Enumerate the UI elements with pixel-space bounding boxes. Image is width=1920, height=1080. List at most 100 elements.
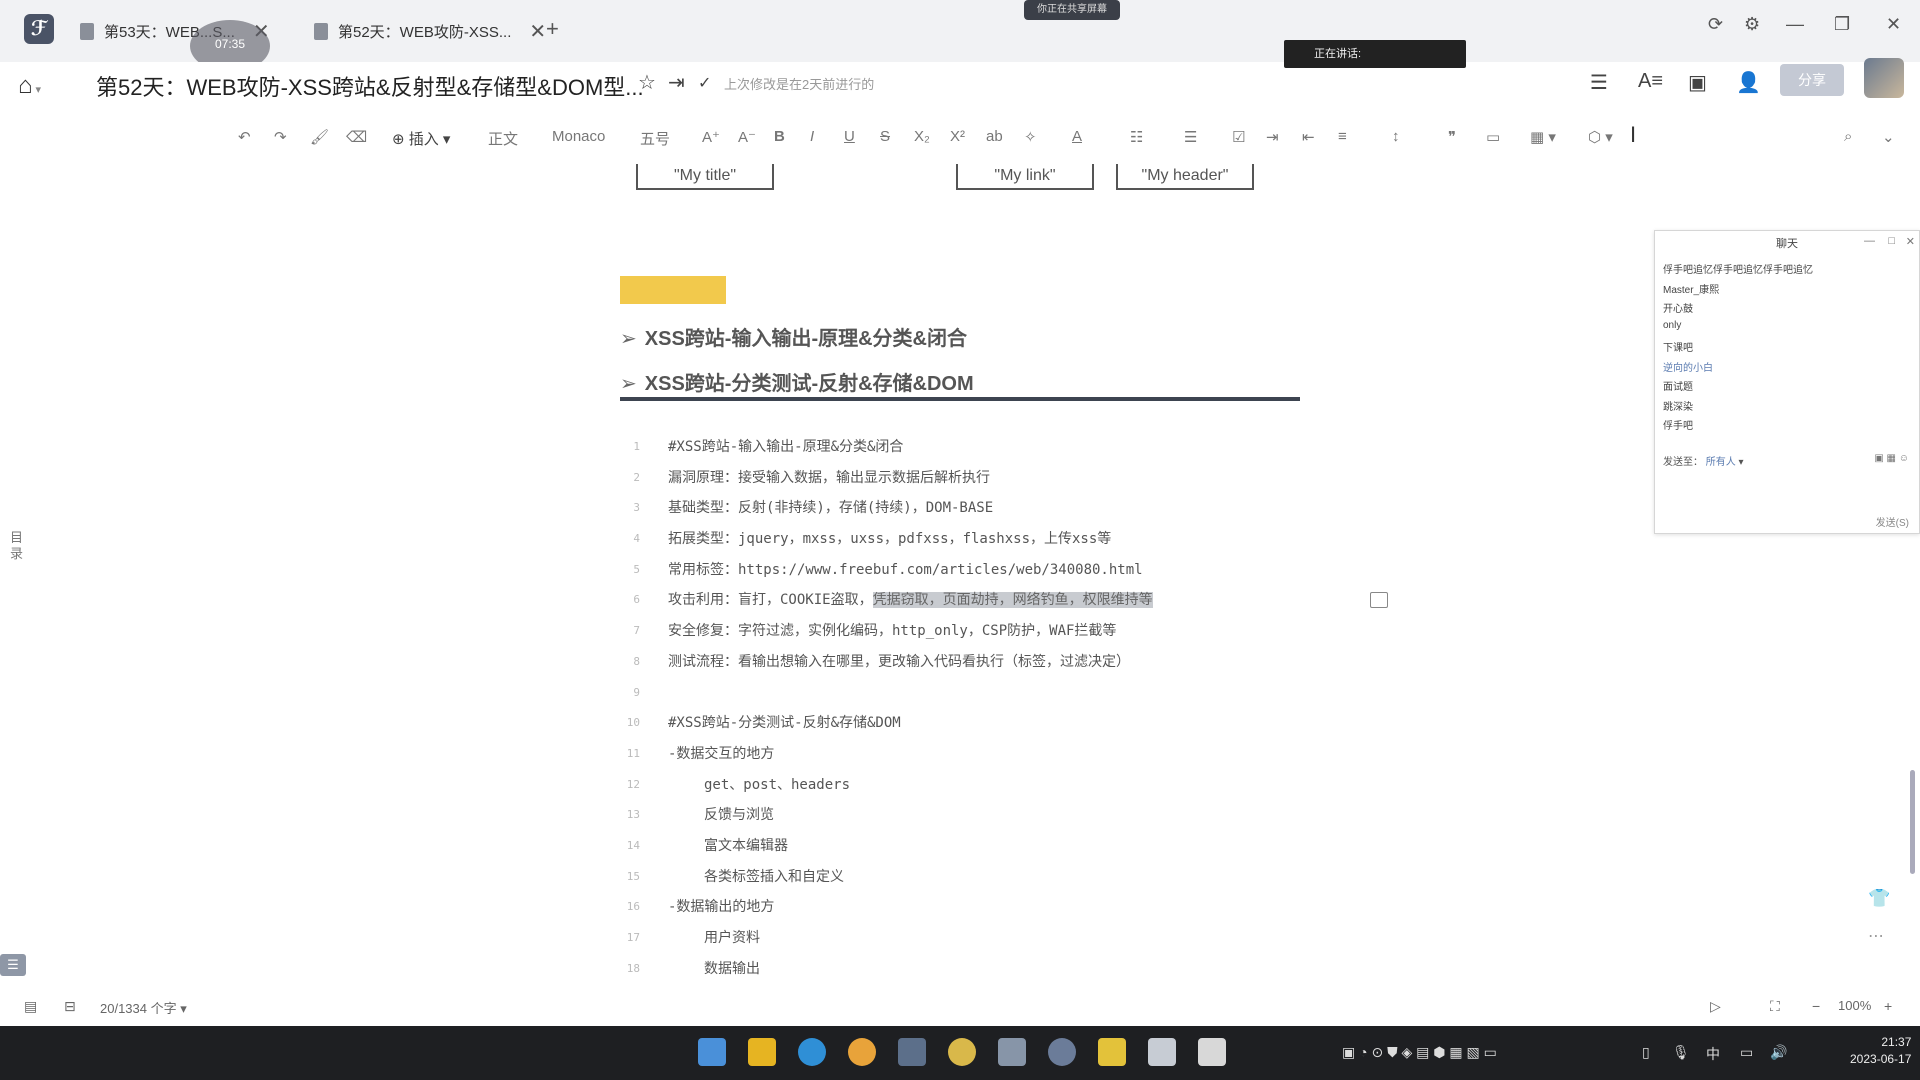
volume-icon[interactable]: 🔊	[1770, 1044, 1787, 1061]
code-line[interactable]: 6 攻击利用：盲打，COOKIE盗取，凭据窃取，页面劫持，网络钓鱼，权限维持等	[620, 585, 1320, 616]
chevron-down-icon[interactable]: ⌄	[1882, 128, 1895, 146]
photos-icon[interactable]	[998, 1038, 1026, 1066]
share-button[interactable]: 分享	[1780, 64, 1844, 96]
java-icon[interactable]	[1148, 1038, 1176, 1066]
code-line[interactable]: 1 #XSS跨站-输入输出-原理&分类&闭合	[620, 432, 1320, 463]
code-line[interactable]: 14 富文本编辑器	[620, 831, 1320, 862]
close-tab-icon[interactable]: ✕	[529, 19, 546, 44]
refresh-icon[interactable]: ⟳	[1708, 14, 1723, 35]
start-icon[interactable]	[698, 1038, 726, 1066]
more-icon[interactable]: ⋯	[1868, 926, 1884, 946]
meeting-icon[interactable]	[948, 1038, 976, 1066]
code-line[interactable]: 12 get、post、headers	[620, 770, 1320, 801]
code-line[interactable]: 7 安全修复：字符过滤，实例化编码，http_only，CSP防护，WAF拦截等	[620, 616, 1320, 647]
strikethrough-icon[interactable]: S	[880, 128, 890, 145]
increase-font-icon[interactable]: A⁺	[702, 128, 720, 146]
present-icon[interactable]: ▣	[1688, 70, 1707, 95]
app-logo-icon[interactable]: ℱ	[24, 14, 54, 44]
doc-app-icon[interactable]	[898, 1038, 926, 1066]
comment-icon[interactable]: ▭	[1486, 128, 1500, 146]
shirt-icon[interactable]: 👕	[1868, 888, 1890, 909]
star-icon[interactable]: ☆	[638, 70, 656, 95]
code-block[interactable]: 1 #XSS跨站-输入输出-原理&分类&闭合 2 漏洞原理：接受输入数据，输出显示数据…	[620, 432, 1320, 984]
code-line[interactable]: 9	[620, 678, 1320, 709]
heading-2[interactable]: ➢ XSS跨站-分类测试-反射&存储&DOM	[620, 367, 974, 396]
new-tab-icon[interactable]: +	[546, 16, 559, 42]
minimize-icon[interactable]: —	[1864, 235, 1875, 247]
bold-icon[interactable]: B	[774, 128, 785, 145]
page-layout-icon[interactable]: ⊟	[64, 998, 76, 1015]
table-icon[interactable]: ▦ ▾	[1530, 128, 1556, 146]
add-comment-icon[interactable]	[1370, 592, 1388, 608]
code-line[interactable]: 15 各类标签插入和自定义	[620, 862, 1320, 893]
bullet-list-icon[interactable]: ☷	[1130, 128, 1143, 146]
search-icon[interactable]: ⌕	[1844, 128, 1852, 145]
underline-icon[interactable]: U	[844, 128, 855, 145]
code-line[interactable]: 2 漏洞原理：接受输入数据，输出显示数据后解析执行	[620, 463, 1320, 494]
paragraph-style-select[interactable]: 正文	[488, 128, 518, 149]
code-line[interactable]: 16 -数据输出的地方	[620, 892, 1320, 923]
undo-icon[interactable]: ↶	[238, 128, 251, 146]
maximize-icon[interactable]: □	[1888, 235, 1895, 247]
format-painter-icon[interactable]: 🖌	[310, 128, 329, 146]
move-icon[interactable]: ⇥	[668, 70, 685, 95]
chat-tools-icon[interactable]: ▣ ▦ ☺	[1874, 453, 1909, 464]
document-title[interactable]: 第52天：WEB攻防-XSS跨站&反射型&存储型&DOM型...	[96, 70, 644, 102]
collaborator-icon[interactable]: 👤	[1736, 70, 1761, 95]
text-format-icon[interactable]: A≡	[1638, 70, 1663, 93]
subscript-icon[interactable]: X₂	[914, 128, 930, 145]
ime-indicator[interactable]: 中	[1706, 1044, 1720, 1064]
code-line[interactable]: 13 反馈与浏览	[620, 800, 1320, 831]
battery-icon[interactable]: ▯	[1642, 1044, 1650, 1061]
eraser-icon[interactable]: ⌫	[346, 128, 367, 146]
sublime-icon[interactable]	[1098, 1038, 1126, 1066]
align-icon[interactable]: ≡	[1338, 128, 1347, 145]
indent-icon[interactable]: ⇥	[1266, 128, 1279, 146]
font-color-icon[interactable]: A	[1072, 128, 1082, 145]
code-line[interactable]: 17 用户资料	[620, 923, 1320, 954]
outline-icon[interactable]: ▤	[24, 998, 37, 1015]
tab-day52[interactable]: 第52天：WEB攻防-XSS... ✕	[314, 14, 546, 48]
decrease-font-icon[interactable]: A⁻	[738, 128, 756, 146]
zoom-out-icon[interactable]: −	[1812, 998, 1820, 1014]
network-icon[interactable]: ▭	[1740, 1044, 1753, 1061]
chat-recipient[interactable]: 发送至： 所有人 ▾	[1663, 453, 1744, 468]
code-line[interactable]: 8 测试流程：看输出想输入在哪里，更改输入代码看执行（标签，过滤决定）	[620, 647, 1320, 678]
italic-icon[interactable]: I	[810, 128, 814, 145]
insert-button[interactable]: ⊕ 插入 ▾	[392, 128, 450, 149]
tool-icon[interactable]	[1048, 1038, 1076, 1066]
code-line[interactable]: 10 #XSS跨站-分类测试-反射&存储&DOM	[620, 708, 1320, 739]
outdent-icon[interactable]: ⇤	[1302, 128, 1315, 146]
code-line[interactable]: 3 基础类型：反射(非持续)，存储(持续)，DOM-BASE	[620, 493, 1320, 524]
fullscreen-icon[interactable]: ⛶	[1770, 998, 1780, 1015]
tray-icons[interactable]: ▣ ◔ ⊙ ⛊ ◈ ▤ ⬢ ▦ ▧ ▭	[1342, 1044, 1497, 1061]
outline-toggle-icon[interactable]: ☰	[0, 954, 26, 976]
font-family-select[interactable]: Monaco	[552, 128, 605, 145]
minimize-icon[interactable]: —	[1786, 14, 1804, 35]
checklist-icon[interactable]: ☑	[1232, 128, 1245, 146]
redo-icon[interactable]: ↷	[274, 128, 287, 146]
home-icon[interactable]: ⌂ ▾	[18, 72, 41, 100]
line-spacing-icon[interactable]: ↕	[1392, 128, 1400, 145]
word-count[interactable]: 20/1334 个字 ▾	[100, 998, 187, 1017]
microphone-icon[interactable]: 🎙	[1672, 1044, 1690, 1061]
menu-icon[interactable]: ☰	[1590, 70, 1608, 95]
code-line[interactable]: 18 数据输出	[620, 954, 1320, 985]
code-line[interactable]: 4 拓展类型：jquery，mxss，uxss，pdfxss，flashxss，上…	[620, 524, 1320, 555]
font-size-select[interactable]: 五号	[640, 128, 670, 149]
highlight-icon[interactable]: ab	[986, 128, 1003, 145]
heading-1[interactable]: ➢ XSS跨站-输入输出-原理&分类&闭合	[620, 322, 967, 351]
clock[interactable]: 21:37 2023-06-17	[1850, 1034, 1911, 1068]
avatar[interactable]	[1864, 58, 1904, 98]
restore-icon[interactable]: ❐	[1834, 14, 1850, 35]
code-line[interactable]: 5 常用标签：https://www.freebuf.com/articles/w…	[620, 555, 1320, 586]
play-icon[interactable]: ▷	[1710, 998, 1721, 1015]
close-window-icon[interactable]: ✕	[1886, 14, 1901, 35]
edge-icon[interactable]	[798, 1038, 826, 1066]
code-line[interactable]: 11 -数据交互的地方	[620, 739, 1320, 770]
notepad-icon[interactable]	[1198, 1038, 1226, 1066]
settings-icon[interactable]: ⚙	[1744, 14, 1760, 35]
file-explorer-icon[interactable]	[748, 1038, 776, 1066]
clear-format-icon[interactable]: ✧	[1024, 128, 1037, 146]
quote-icon[interactable]: ❞	[1448, 128, 1456, 146]
